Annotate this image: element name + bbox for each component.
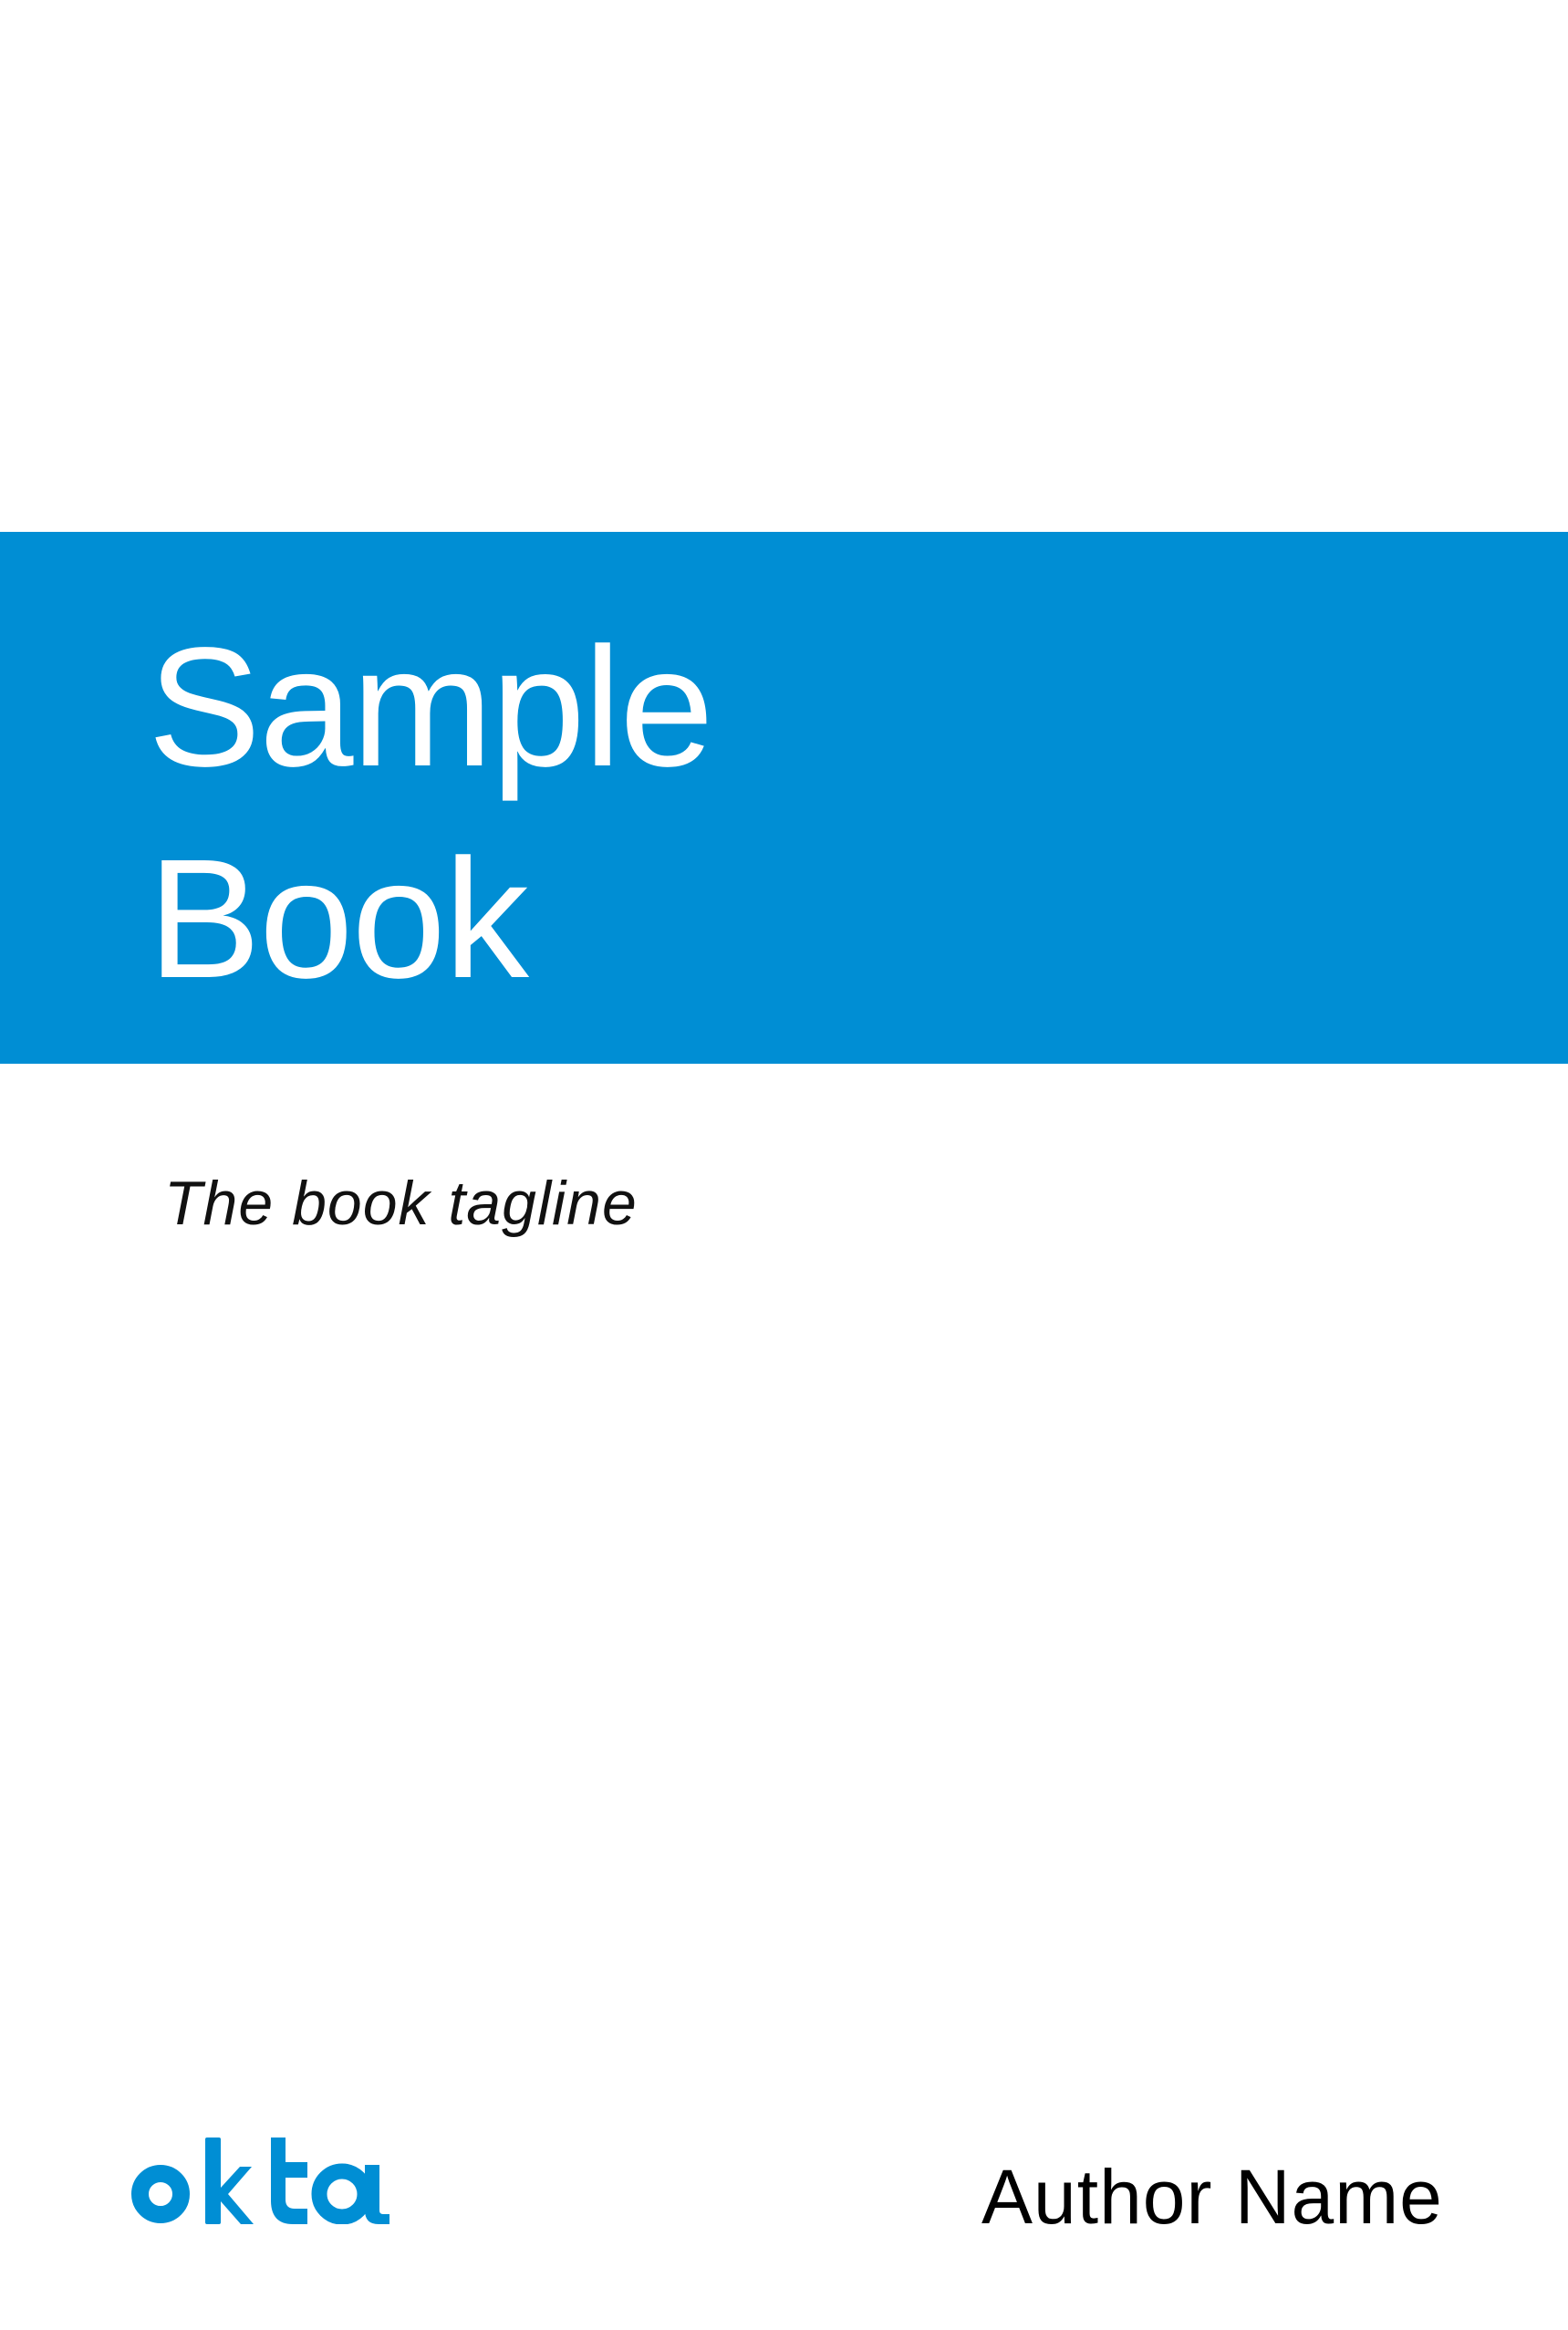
- book-tagline: The book tagline: [164, 1169, 638, 1238]
- title-line-2: Book: [148, 825, 529, 1014]
- title-line-1: Sample: [148, 613, 714, 802]
- author-name: Author Name: [981, 2154, 1443, 2240]
- book-title: Sample Book: [148, 602, 714, 1025]
- okta-logo: [131, 2138, 389, 2224]
